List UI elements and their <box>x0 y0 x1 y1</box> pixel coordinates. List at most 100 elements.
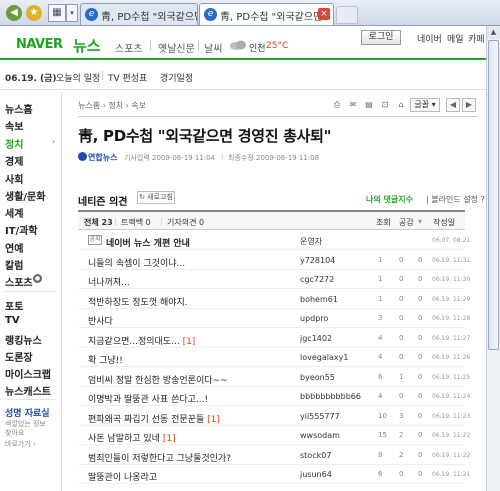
sidebar-item-world[interactable]: 세계 <box>5 205 23 220</box>
font-size-dropdown[interactable]: 글꼴 ▾ <box>410 98 440 112</box>
mail-icon[interactable]: ✉ <box>348 100 358 110</box>
table-row[interactable]: 니들의 속셈이 그것이냐... y728104 1 0 0 06.19. 11:31 <box>78 251 470 270</box>
login-button[interactable]: 로그인 <box>361 30 401 45</box>
comment-author[interactable]: bohem61 <box>300 295 338 304</box>
next-article-icon[interactable]: ▶ <box>462 98 476 112</box>
comment-title-text: 딸뚱관이 나옹라고 <box>88 473 158 483</box>
comment-title[interactable]: 딸뚱관이 나옹라고 <box>88 470 157 483</box>
tab-list-chevron-icon[interactable]: ▾ <box>66 4 78 22</box>
prev-article-icon[interactable]: ◀ <box>446 98 460 112</box>
today-schedule-link[interactable]: 오늘의 일정 <box>56 71 100 84</box>
promo-title[interactable]: 성명 자료실 <box>5 406 50 419</box>
comment-title[interactable]: 적반하장도 정도껏 해야지. <box>88 295 188 308</box>
comment-title[interactable]: 네이버 뉴스 개편 안내 <box>106 236 190 249</box>
sidebar-item-culture[interactable]: 생활/문화 <box>5 188 45 203</box>
browser-tab-2[interactable]: e 靑, PD수첩 "외국같으면 × <box>199 3 334 25</box>
table-row[interactable]: 딸뚱관이 나옹라고 jusun64 6 0 0 06.19. 11:21 <box>78 465 470 484</box>
refresh-button[interactable]: ↻ 새로고침 <box>137 191 175 204</box>
sidebar-item-it-science[interactable]: IT/과학 <box>5 222 38 237</box>
column-date[interactable]: 작성일 <box>433 217 455 228</box>
naver-logo[interactable]: NAVER <box>16 37 63 52</box>
scrap-icon[interactable]: ⊡ <box>380 100 390 110</box>
sidebar-item-tv[interactable]: TV <box>5 315 20 326</box>
comment-author[interactable]: updpro <box>300 314 328 323</box>
sidebar-item-entertainment[interactable]: 연예 <box>5 240 23 255</box>
comment-title[interactable]: 편파왜곡 짜깁기 선동 전문꾼들 [1] <box>88 412 220 425</box>
header-link-cafe[interactable]: 카페 <box>468 32 485 45</box>
comment-title[interactable]: 이명박과 딸뚱관 사표 쓴다고...! <box>88 392 208 405</box>
comment-author[interactable]: lovegalaxy1 <box>300 353 348 362</box>
comment-author[interactable]: byeon55 <box>300 373 335 382</box>
print-icon[interactable]: ⎙ <box>332 100 342 110</box>
share-icon[interactable]: ⌂ <box>396 100 406 110</box>
filter-trackback[interactable]: 트랙백 0 <box>121 217 151 228</box>
table-row[interactable]: 범죄인들이 저렇한다고 그냥둘것인가? stock07 8 2 0 06.19. 11:… <box>78 446 470 465</box>
sidebar-item-debate[interactable]: 도론장 <box>5 349 33 364</box>
table-row[interactable]: 지금같으면...정의대도... [1] jgc1402 4 0 0 06.19. 11:2… <box>78 329 470 348</box>
comment-title[interactable]: 사돈 남말하고 있네 [1] <box>88 431 176 444</box>
comment-author[interactable]: bbbbbbbbbb66 <box>300 392 361 401</box>
news-section-logo[interactable]: 뉴스 <box>73 35 101 56</box>
column-views[interactable]: 조회 <box>376 217 391 228</box>
table-row[interactable]: 적반하장도 정도껏 해야지. bohem61 1 0 0 06.19. 11:29 <box>78 290 470 309</box>
comment-title[interactable]: 범죄인들이 저렇한다고 그냥둘것인가? <box>88 451 231 464</box>
table-row[interactable]: 이명박과 딸뚱관 사표 쓴다고...! bbbbbbbbbb66 4 0 0 06.19… <box>78 387 470 406</box>
scroll-thumb[interactable] <box>488 40 499 350</box>
table-row[interactable]: 확 그냥!! lovegalaxy1 4 0 0 06.19. 11:26 <box>78 348 470 367</box>
close-tab-icon[interactable]: × <box>318 8 330 20</box>
my-comments-link[interactable]: 나의 댓글지수 <box>366 194 413 205</box>
game-schedule-link[interactable]: 경기일정 <box>160 71 193 84</box>
table-row[interactable]: 공지 네이버 뉴스 개편 안내 운영자 06.07. 08:21 <box>78 231 470 250</box>
header-nav-weather[interactable]: 날씨 <box>204 40 222 55</box>
sidebar-item-photo[interactable]: 포토 <box>5 298 23 313</box>
header-link-mail[interactable]: 메일 <box>447 32 464 45</box>
news-agency[interactable]: 연합뉴스 <box>88 152 117 163</box>
comment-title[interactable]: 지금같으면...정의대도... [1] <box>88 334 195 347</box>
comment-author[interactable]: cgc7272 <box>300 275 334 284</box>
table-row[interactable]: 너나꺼져... cgc7272 1 0 0 06.19. 11:30 <box>78 270 470 289</box>
sidebar-item-breaking[interactable]: 속보 <box>5 118 23 133</box>
sidebar-item-newscast[interactable]: 뉴스캐스트 <box>5 383 51 398</box>
comment-author[interactable]: 운영자 <box>300 236 322 247</box>
sidebar-item-economy[interactable]: 경제 <box>5 153 23 168</box>
table-row[interactable]: 반사다 updpro 3 0 0 06.19. 11:28 <box>78 309 470 328</box>
comment-author[interactable]: jgc1402 <box>300 334 332 343</box>
sidebar-item-myscrap[interactable]: 마이스크랩 <box>5 366 51 381</box>
table-row[interactable]: 편파왜곡 짜깁기 선동 전문꾼들 [1] yii555777 10 3 0 06.19. … <box>78 407 470 426</box>
table-row[interactable]: 엄비씨 정말 한심한 방송언론이다~~ byeon55 6 1 0 06.19. 11:… <box>78 368 470 387</box>
sidebar-item-ranking[interactable]: 랭킹뉴스 <box>5 332 42 347</box>
comment-title[interactable]: 확 그냥!! <box>88 353 123 366</box>
column-likes[interactable]: 공감 <box>399 217 414 228</box>
vertical-scrollbar[interactable]: ▲ <box>486 26 500 491</box>
sidebar-item-newshome[interactable]: 뉴스홈 <box>5 101 33 116</box>
comment-title[interactable]: 너나꺼져... <box>88 275 130 288</box>
header-link-naver[interactable]: 네이버 <box>417 32 442 45</box>
header-nav-sports[interactable]: 스포츠 <box>115 40 143 55</box>
header-nav-oldpapers[interactable]: 옛날신문 <box>158 40 195 55</box>
sidebar-item-society[interactable]: 사회 <box>5 171 23 186</box>
scroll-up-icon[interactable]: ▲ <box>487 26 500 39</box>
back-icon[interactable]: ◀ <box>6 5 22 21</box>
comment-author[interactable]: wwsodam <box>300 431 340 440</box>
comment-author[interactable]: y728104 <box>300 256 335 265</box>
sidebar-item-column[interactable]: 칼럼 <box>5 257 23 272</box>
filter-all[interactable]: 전체 23 <box>84 217 113 228</box>
promo-more-link[interactable]: 바로가기 › <box>5 439 36 449</box>
blind-setting-link[interactable]: | 블라인드 설정 ? <box>426 194 485 205</box>
comment-title[interactable]: 반사다 <box>88 314 113 327</box>
favorites-star-icon[interactable]: ★ <box>26 5 42 21</box>
sidebar-item-sports[interactable]: 스포츠 <box>5 274 33 289</box>
comment-title[interactable]: 니들의 속셈이 그것이냐... <box>88 256 185 269</box>
table-row[interactable]: 사돈 남말하고 있네 [1] wwsodam 15 2 0 06.19. 11:22 <box>78 426 470 445</box>
blog-icon[interactable]: ▤ <box>364 100 374 110</box>
sidebar-item-politics[interactable]: 정치 <box>5 136 23 151</box>
filter-reporter[interactable]: 기자의견 0 <box>167 217 204 228</box>
comment-author[interactable]: stock07 <box>300 451 331 460</box>
tv-schedule-link[interactable]: TV 편성표 <box>108 71 147 84</box>
comment-author[interactable]: jusun64 <box>300 470 332 479</box>
browser-tab-1[interactable]: e 靑, PD수첩 "외국같으면 <box>80 3 198 25</box>
new-tab-button[interactable] <box>336 6 358 24</box>
comment-title[interactable]: 엄비씨 정말 한심한 방송언론이다~~ <box>88 373 228 386</box>
quick-tabs-icon[interactable]: ▦ <box>48 4 66 22</box>
comment-author[interactable]: yii555777 <box>300 412 340 421</box>
